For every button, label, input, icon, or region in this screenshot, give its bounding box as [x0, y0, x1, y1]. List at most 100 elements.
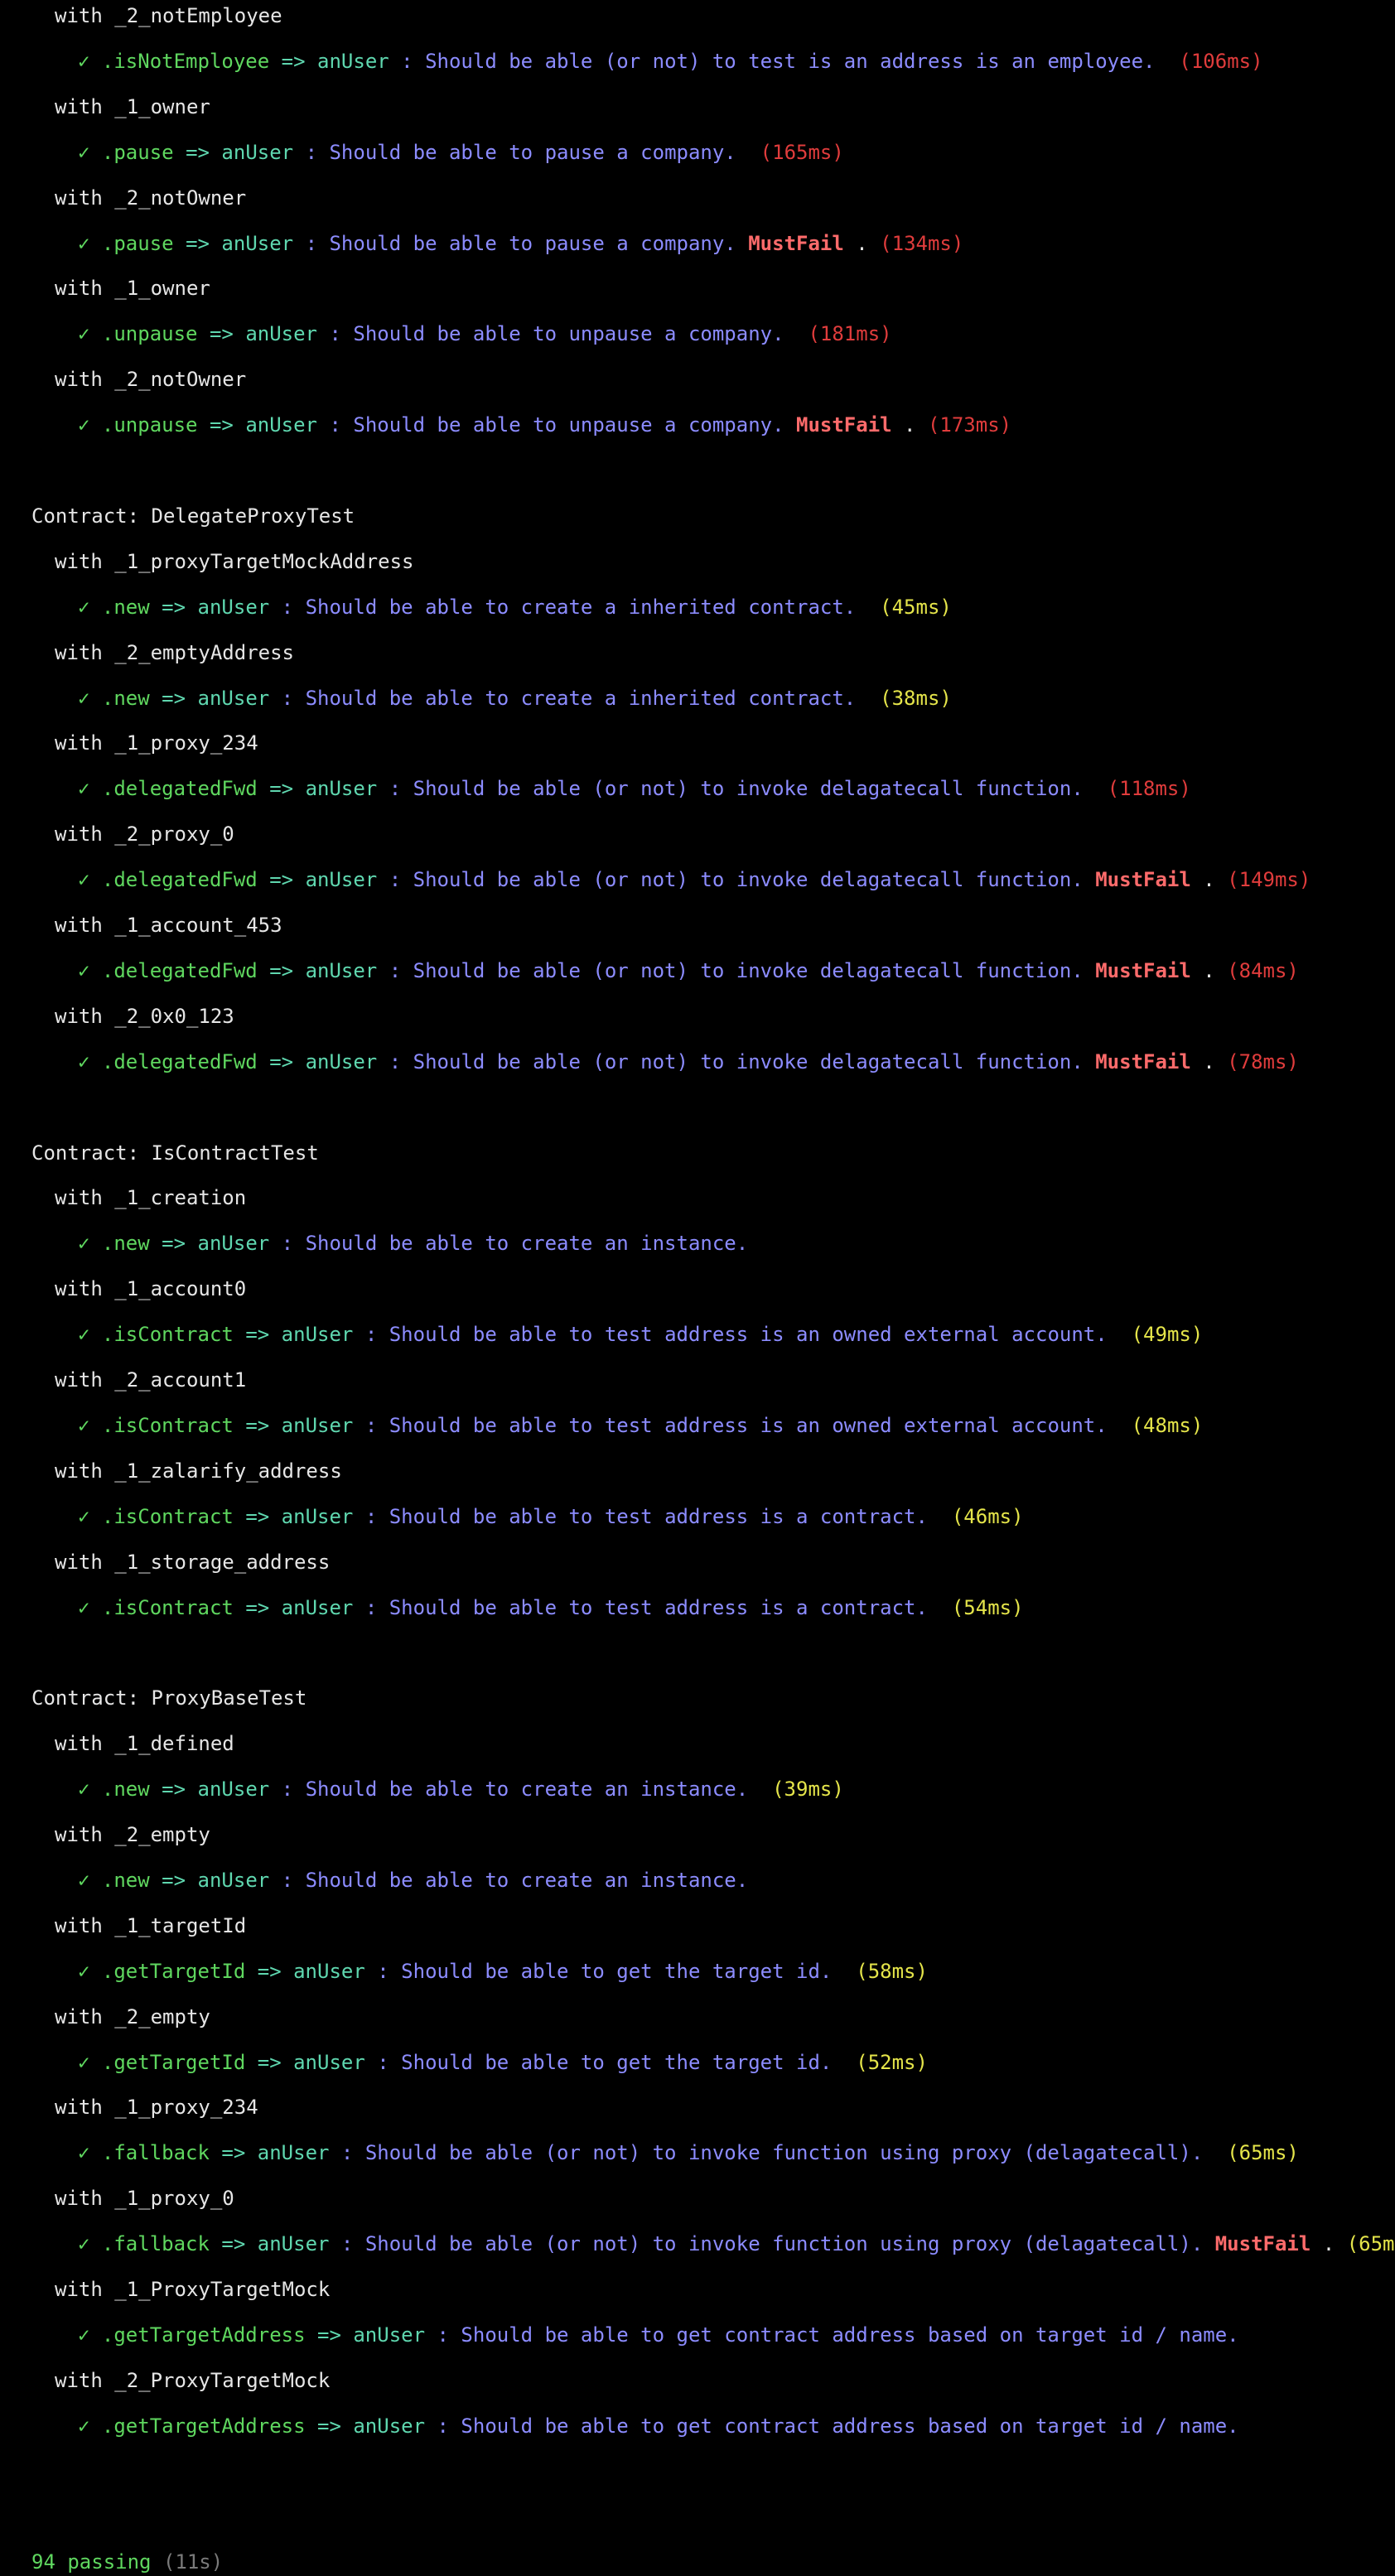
- arrow-icon: =>: [281, 49, 306, 73]
- separator: :: [377, 1959, 389, 1983]
- test-duration: (58ms): [856, 1959, 928, 1983]
- check-icon: ✓: [78, 322, 90, 346]
- separator: :: [340, 2141, 354, 2165]
- check-icon: ✓: [78, 958, 90, 982]
- check-icon: ✓: [78, 1049, 90, 1073]
- test-description: Should be able (or not) to invoke functi…: [364, 2232, 1204, 2256]
- test-method: .unpause: [101, 322, 198, 346]
- test-result-line: ✓ .isContract => anUser : Should be able…: [78, 1594, 1024, 1622]
- arrow-icon: =>: [162, 1778, 186, 1802]
- with-context-line: with _1_proxy_234: [55, 2096, 258, 2120]
- test-role: anUser: [245, 413, 318, 437]
- arrow-icon: =>: [186, 231, 210, 255]
- test-role: anUser: [293, 2050, 365, 2074]
- mustfail-badge: MustFail: [796, 413, 892, 437]
- arrow-icon: =>: [162, 686, 186, 710]
- test-description: Should be able (or not) to invoke delaga…: [413, 958, 1084, 982]
- test-duration: (54ms): [951, 1595, 1024, 1619]
- separator: :: [389, 868, 402, 892]
- test-description: Should be able to create an instance.: [305, 1778, 749, 1802]
- test-description: Should be able to get contract address b…: [461, 2323, 1239, 2347]
- test-method: .new: [101, 1778, 150, 1802]
- arrow-icon: =>: [162, 1232, 186, 1256]
- check-icon: ✓: [78, 1323, 90, 1347]
- test-description: Should be able to create a inherited con…: [305, 686, 857, 710]
- check-icon: ✓: [78, 777, 90, 801]
- with-context-line: with _1_account_453: [55, 914, 282, 937]
- separator: :: [437, 2323, 449, 2347]
- with-context-line: with _2_notOwner: [55, 368, 247, 392]
- check-icon: ✓: [78, 595, 90, 619]
- separator: :: [389, 958, 402, 982]
- test-role: anUser: [353, 2414, 426, 2438]
- check-icon: ✓: [78, 1959, 90, 1983]
- check-icon: ✓: [78, 686, 90, 710]
- separator: :: [281, 686, 294, 710]
- test-duration: (45ms): [880, 595, 952, 619]
- mustfail-dot: .: [1322, 2232, 1335, 2256]
- arrow-icon: =>: [162, 595, 186, 619]
- separator: :: [364, 1413, 378, 1437]
- test-result-line: ✓ .fallback => anUser : Should be able (…: [78, 2139, 1299, 2167]
- test-duration: (65ms): [1346, 2232, 1395, 2256]
- test-description: Should be able (or not) to invoke functi…: [364, 2141, 1204, 2165]
- arrow-icon: =>: [245, 1504, 270, 1528]
- contract-heading: Contract: ProxyBaseTest: [31, 1686, 307, 1710]
- check-icon: ✓: [78, 1595, 90, 1619]
- arrow-icon: =>: [245, 1323, 270, 1347]
- separator: :: [364, 1504, 378, 1528]
- with-context-line: with _2_empty: [55, 2004, 210, 2028]
- arrow-icon: =>: [269, 1049, 294, 1073]
- arrow-icon: =>: [209, 322, 234, 346]
- with-context-line: with _2_notEmployee: [55, 4, 282, 27]
- mustfail-badge: MustFail: [1214, 2232, 1311, 2256]
- test-method: .fallback: [101, 2232, 210, 2256]
- test-role: anUser: [281, 1504, 354, 1528]
- test-duration: (46ms): [951, 1504, 1024, 1528]
- test-description: Should be able to get the target id.: [401, 2050, 833, 2074]
- check-icon: ✓: [78, 1868, 90, 1892]
- test-method: .pause: [101, 231, 174, 255]
- test-description: Should be able to pause a company.: [329, 140, 736, 164]
- test-method: .delegatedFwd: [101, 777, 258, 801]
- with-context-line: with _1_account0: [55, 1277, 247, 1301]
- test-result-line: ✓ .new => anUser : Should be able to cre…: [78, 593, 952, 621]
- separator: :: [281, 1232, 294, 1256]
- check-icon: ✓: [78, 1232, 90, 1256]
- arrow-icon: =>: [269, 958, 294, 982]
- mustfail-badge: MustFail: [748, 231, 844, 255]
- test-result-line: ✓ .new => anUser : Should be able to cre…: [78, 684, 952, 712]
- arrow-icon: =>: [269, 777, 294, 801]
- test-duration: (173ms): [927, 413, 1012, 437]
- with-context-line: with _2_emptyAddress: [55, 640, 294, 664]
- test-method: .new: [101, 595, 150, 619]
- test-result-line: ✓ .new => anUser : Should be able to cre…: [78, 1229, 748, 1257]
- check-icon: ✓: [78, 2232, 90, 2256]
- separator: :: [364, 1323, 378, 1347]
- test-result-line: ✓ .pause => anUser : Should be able to p…: [78, 229, 963, 258]
- contract-heading: Contract: IsContractTest: [31, 1141, 319, 1165]
- test-result-line: ✓ .delegatedFwd => anUser : Should be ab…: [78, 1048, 1299, 1076]
- test-description: Should be able to test address is an own…: [389, 1323, 1108, 1347]
- with-context-line: with _1_zalarify_address: [55, 1459, 342, 1483]
- arrow-icon: =>: [186, 140, 210, 164]
- mustfail-dot: .: [1203, 1049, 1215, 1073]
- test-description: Should be able to create an instance.: [305, 1232, 749, 1256]
- arrow-icon: =>: [221, 2141, 246, 2165]
- with-context-line: with _2_account1: [55, 1368, 247, 1392]
- separator: :: [281, 1868, 294, 1892]
- test-description: Should be able to test address is a cont…: [389, 1504, 928, 1528]
- test-duration: (78ms): [1227, 1049, 1299, 1073]
- test-method: .new: [101, 1232, 150, 1256]
- test-role: anUser: [281, 1323, 354, 1347]
- test-duration: (38ms): [880, 686, 952, 710]
- arrow-icon: =>: [245, 1413, 270, 1437]
- test-duration: (84ms): [1227, 958, 1299, 982]
- test-duration: (106ms): [1179, 49, 1263, 73]
- separator: :: [329, 322, 341, 346]
- test-method: .getTargetAddress: [101, 2414, 306, 2438]
- separator: :: [364, 1595, 378, 1619]
- test-method: .new: [101, 1868, 150, 1892]
- test-method: .unpause: [101, 413, 198, 437]
- test-role: anUser: [197, 686, 270, 710]
